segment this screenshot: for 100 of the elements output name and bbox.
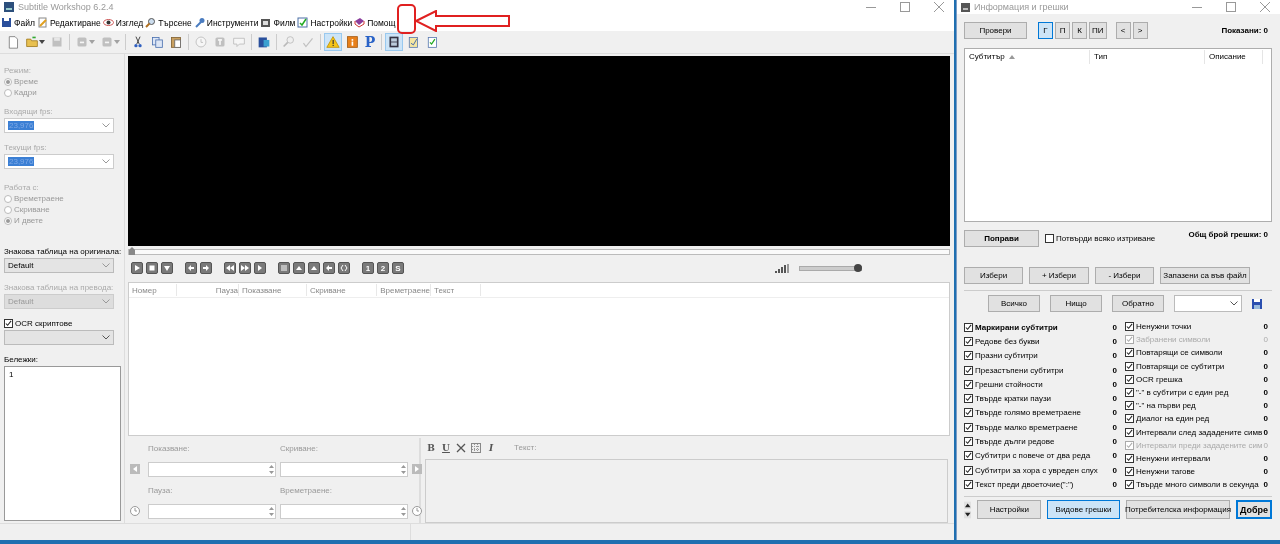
player-button[interactable] — [200, 262, 212, 275]
checkbox[interactable] — [964, 437, 973, 446]
filter-toggle[interactable]: К — [1072, 22, 1087, 39]
checkbox[interactable] — [4, 319, 13, 328]
checkbox[interactable] — [1125, 414, 1134, 424]
format-button[interactable] — [455, 441, 467, 454]
checkbox[interactable] — [964, 322, 973, 332]
checkbox[interactable] — [964, 479, 973, 489]
checkbox[interactable] — [964, 379, 973, 389]
format-button[interactable] — [470, 441, 482, 454]
checkbox-label: Твърде кратки паузи — [975, 394, 1052, 404]
checkbox[interactable] — [1045, 234, 1054, 243]
error-count: 0 — [1263, 414, 1268, 424]
toolbar-button[interactable]: P — [362, 33, 378, 51]
dialog-button[interactable]: Потребителска информация — [1126, 500, 1230, 520]
player-button[interactable] — [239, 262, 251, 275]
checkbox-label: "-" на първи ред — [1136, 401, 1196, 411]
checkbox[interactable] — [1125, 467, 1134, 477]
column-header[interactable]: Субтитър — [969, 52, 1005, 61]
checkbox[interactable] — [964, 336, 973, 346]
dialog-button[interactable]: Добре — [1236, 500, 1272, 520]
chevron-icon — [102, 263, 110, 268]
checkbox[interactable] — [1125, 322, 1134, 332]
menu-item[interactable]: Изглед — [101, 15, 145, 30]
player-button[interactable]: 1 — [362, 262, 374, 275]
mark-button[interactable]: Нищо — [1050, 295, 1102, 312]
checkbox[interactable] — [964, 365, 973, 375]
menu-item[interactable]: Настройки — [296, 15, 354, 30]
column-header[interactable]: Описание — [1209, 52, 1246, 61]
player-button[interactable]: 2 — [377, 262, 389, 275]
player-button[interactable] — [161, 262, 173, 275]
volume-slider[interactable] — [799, 265, 862, 271]
column-header[interactable]: Номер — [129, 284, 177, 297]
mark-button[interactable]: Обратно — [1112, 295, 1164, 312]
checkbox[interactable] — [1125, 361, 1134, 371]
select-button[interactable]: Запазени са във файл — [1160, 267, 1250, 284]
menu-item[interactable]: Редактиране — [35, 15, 102, 30]
column-header[interactable]: Показване — [239, 284, 307, 297]
select-button[interactable]: Избери — [964, 267, 1023, 284]
code-icon — [340, 264, 348, 273]
slider-thumb[interactable] — [853, 263, 862, 272]
seek-thumb[interactable] — [129, 247, 135, 255]
column-header[interactable]: Пауза — [177, 284, 239, 297]
dialog-button[interactable]: Настройки — [977, 500, 1042, 520]
select-button[interactable]: - Избери — [1095, 267, 1154, 284]
column-header[interactable]: Скриване — [307, 284, 377, 297]
column-header[interactable]: Текст — [431, 284, 481, 297]
player-button[interactable] — [224, 262, 236, 275]
player-button[interactable]: S — [392, 262, 404, 275]
menu-item[interactable]: Филм — [259, 15, 297, 30]
filter-toggle[interactable]: Г — [1038, 22, 1053, 39]
checkbox[interactable] — [1125, 480, 1134, 490]
player-button[interactable] — [131, 262, 143, 275]
player-button[interactable] — [323, 262, 335, 275]
checkbox[interactable] — [964, 422, 973, 432]
filter-toggle[interactable]: ПИ — [1089, 22, 1107, 39]
checkbox[interactable] — [964, 394, 973, 404]
checkbox-label: Потвърди всяко изтриване — [1056, 234, 1156, 243]
check-button[interactable]: Провери — [964, 22, 1027, 39]
notes-field[interactable]: 1 — [4, 366, 121, 521]
error-count: 0 — [1263, 467, 1268, 477]
checkbox[interactable] — [1125, 388, 1134, 398]
menu-item[interactable]: Инструменти — [192, 15, 260, 30]
checkbox[interactable] — [1125, 453, 1134, 463]
nav-button[interactable]: > — [1132, 22, 1148, 39]
field-label: Входящи fps: — [4, 107, 54, 116]
player-button[interactable] — [293, 262, 305, 275]
dialog-button[interactable]: Видове грешки — [1047, 500, 1120, 520]
checkbox[interactable] — [964, 465, 973, 475]
column-header[interactable]: Тип — [1094, 52, 1108, 61]
nav-button[interactable]: < — [1115, 22, 1131, 39]
filter-toggle[interactable]: П — [1055, 22, 1070, 39]
menu-item[interactable]: Търсене — [144, 15, 193, 30]
column-header[interactable]: Времетраене — [377, 284, 431, 297]
checkbox-label: Повтарящи се субтитри — [1136, 361, 1225, 371]
player-button[interactable] — [185, 262, 197, 275]
fix-button[interactable]: Поправи — [964, 230, 1039, 247]
checkbox[interactable] — [1125, 348, 1134, 358]
checkbox[interactable] — [964, 408, 973, 418]
menu-item[interactable]: Помощ — [353, 15, 397, 30]
dropdown[interactable]: Default — [4, 258, 114, 273]
player-button[interactable] — [254, 262, 266, 275]
player-button[interactable] — [146, 262, 158, 275]
notepad-icon — [406, 35, 420, 49]
radio-label: Кадри — [14, 88, 37, 97]
close-icon — [1258, 2, 1272, 12]
checkbox[interactable] — [964, 351, 973, 361]
shown-count: Показани: 0 — [1221, 26, 1268, 35]
menu-item[interactable]: Файл — [0, 15, 36, 30]
redo-icon — [100, 35, 114, 49]
player-button[interactable] — [308, 262, 320, 275]
checkbox[interactable] — [964, 451, 973, 461]
select-button[interactable]: + Избери — [1029, 267, 1089, 284]
mark-button[interactable]: Всичко — [988, 295, 1040, 312]
checkbox[interactable] — [1125, 401, 1134, 411]
checkbox[interactable] — [1125, 427, 1134, 437]
maximize-icon — [1224, 2, 1238, 12]
player-button[interactable] — [338, 262, 350, 275]
checkbox[interactable] — [1125, 374, 1134, 384]
error-count: 0 — [1112, 379, 1117, 389]
